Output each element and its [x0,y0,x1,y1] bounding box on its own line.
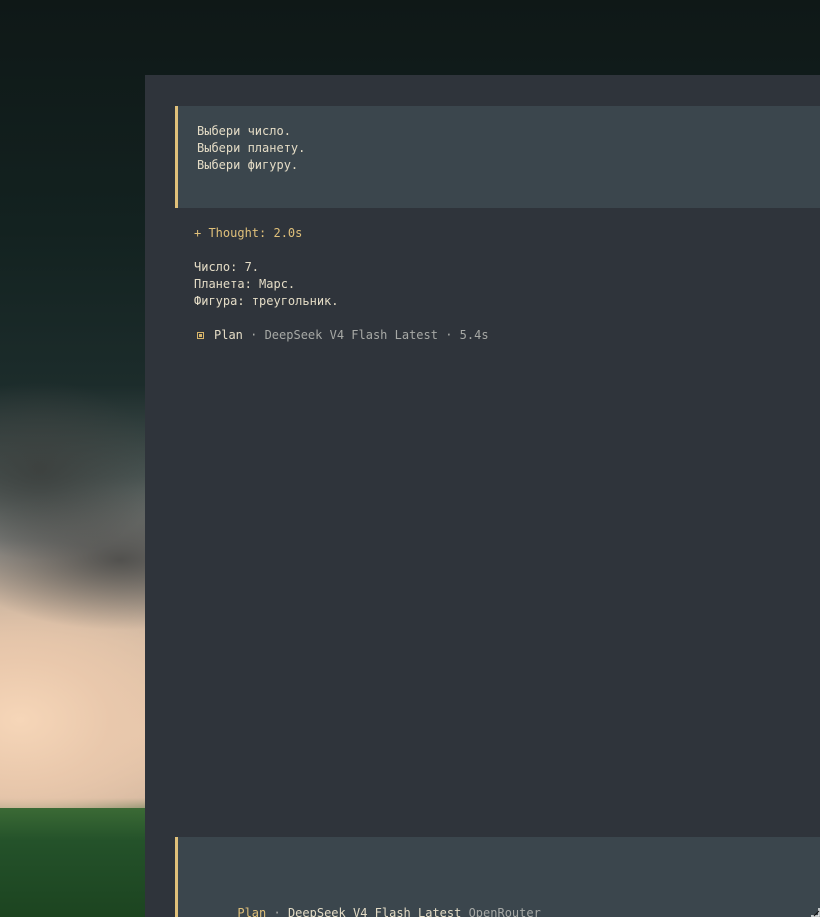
answer-line: Число: 7. [194,260,260,274]
wallpaper-field [0,808,145,917]
answer-line: Фигура: треугольник. [194,294,339,308]
response-status: Plan · DeepSeek V4 Flash Latest · 5.4s [194,327,489,344]
input-model[interactable]: DeepSeek V4 Flash Latest [288,906,461,917]
prompt-line: Выбери число. [197,124,291,138]
resize-handle-icon[interactable] [810,907,820,917]
thought-toggle[interactable]: + Thought: 2.0s [194,225,302,242]
input-separator: · [266,906,288,917]
status-details: · DeepSeek V4 Flash Latest · 5.4s [242,328,489,342]
prompt-input[interactable]: Plan · DeepSeek V4 Flash Latest OpenRout… [175,837,820,917]
prompt-line: Выбери фигуру. [197,158,299,172]
prompt-line: Выбери планету. [197,141,306,155]
plan-square-icon [197,332,204,339]
input-mode[interactable]: Plan [237,906,266,917]
user-prompt-block: Выбери число. Выбери планету. Выбери фиг… [175,106,820,208]
answer-line: Планета: Марс. [194,277,296,291]
status-mode: Plan [214,328,243,342]
input-provider: OpenRouter [461,906,541,917]
terminal-window[interactable]: Выбери число. Выбери планету. Выбери фиг… [145,75,820,917]
input-footer: Plan · DeepSeek V4 Flash Latest OpenRout… [194,888,541,917]
